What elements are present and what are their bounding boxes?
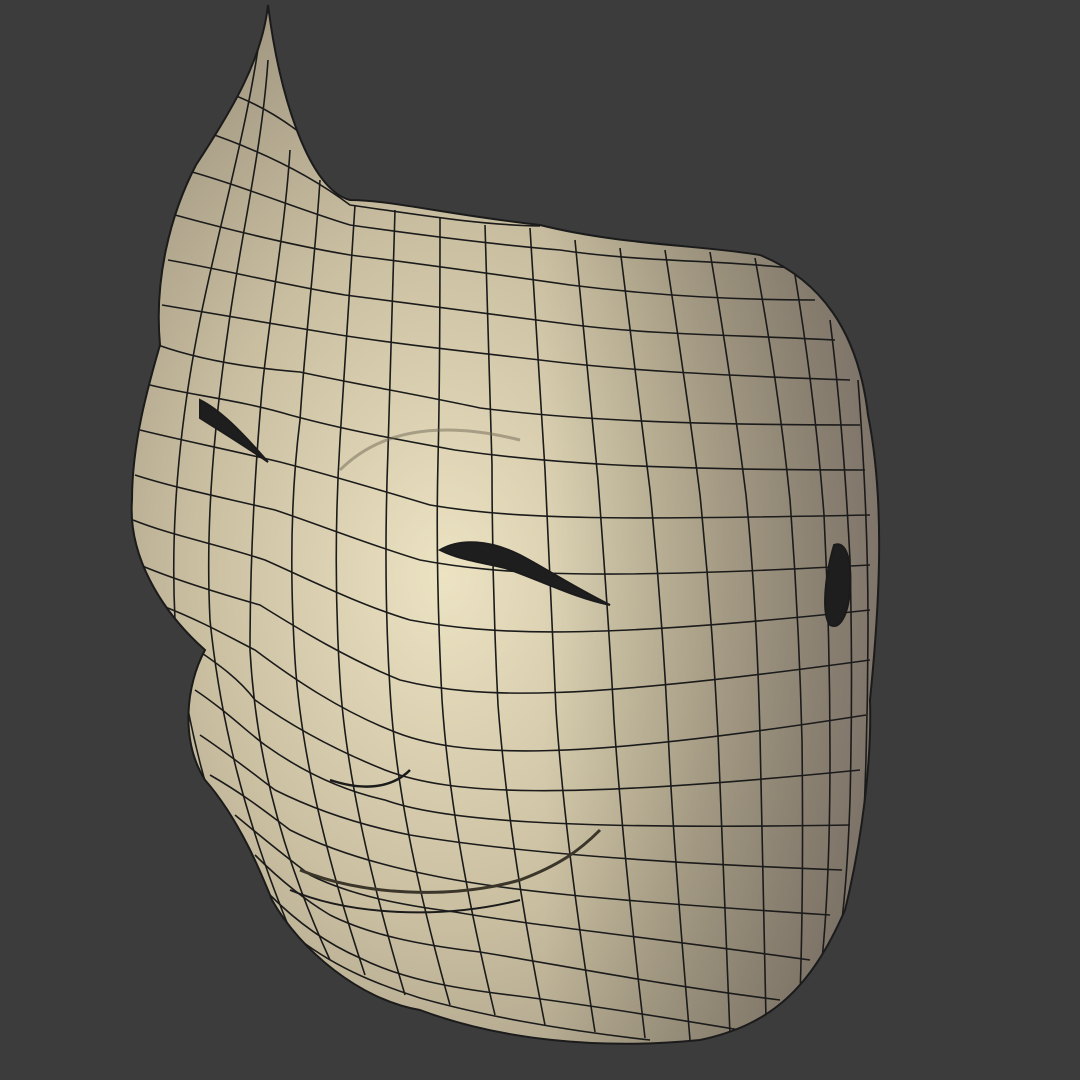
3d-viewport[interactable]: [0, 0, 1080, 1080]
viewport-canvas: [0, 0, 1080, 1080]
